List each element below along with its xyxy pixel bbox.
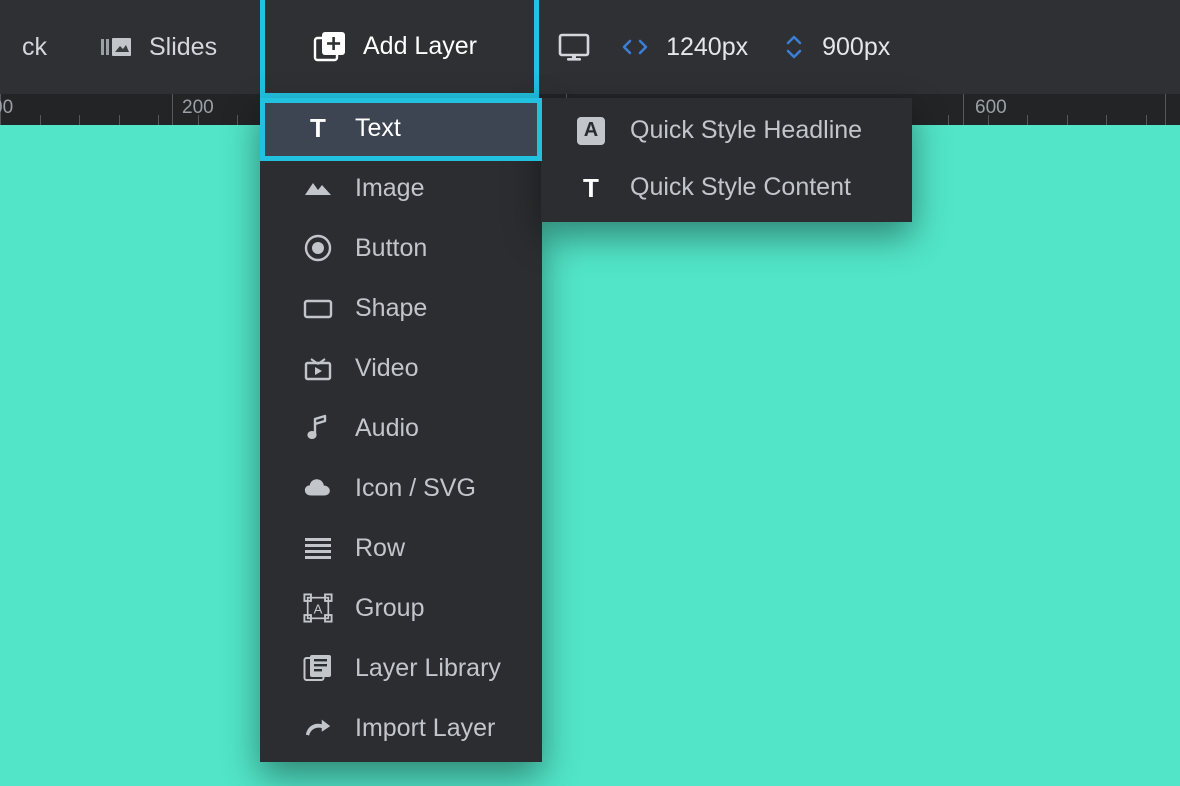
- ruler-minor-tick: [1067, 115, 1068, 125]
- ruler-label: 00: [0, 97, 14, 118]
- menu-item-label: Shape: [355, 293, 428, 322]
- add-layer-plus-icon: [313, 30, 347, 64]
- ruler-minor-tick: [119, 115, 120, 125]
- slides-filmstrip-icon: [101, 35, 133, 59]
- button-radio-icon: [303, 233, 333, 263]
- add-layer-menu[interactable]: T Text Image Button Shape Video Audio Ic…: [260, 98, 542, 762]
- menu-item-audio[interactable]: Audio: [260, 398, 542, 458]
- menu-item-row[interactable]: Row: [260, 518, 542, 578]
- menu-item-layer-library[interactable]: Layer Library: [260, 638, 542, 698]
- submenu-item-label: Quick Style Content: [630, 173, 851, 201]
- audio-note-icon: [303, 413, 333, 443]
- ruler-label: 600: [975, 97, 1007, 118]
- menu-item-label: Layer Library: [355, 653, 501, 682]
- horizontal-resize-icon: [620, 35, 650, 59]
- menu-item-label: Icon / SVG: [355, 473, 476, 502]
- add-layer-label: Add Layer: [363, 32, 477, 60]
- text-submenu[interactable]: A Quick Style Headline T Quick Style Con…: [541, 98, 912, 222]
- text-t-icon: T: [310, 113, 326, 143]
- import-arrow-icon: [303, 715, 333, 741]
- menu-item-video[interactable]: Video: [260, 338, 542, 398]
- menu-item-label: Text: [355, 113, 401, 142]
- menu-item-label: Import Layer: [355, 713, 496, 742]
- menu-item-group[interactable]: A Group: [260, 578, 542, 638]
- submenu-item-quick-style-content[interactable]: T Quick Style Content: [541, 159, 912, 216]
- ruler-minor-tick: [948, 115, 949, 125]
- menu-item-label: Video: [355, 353, 419, 382]
- svg-text:A: A: [314, 602, 323, 617]
- group-selection-icon: A: [303, 592, 333, 624]
- image-mountain-icon: [303, 175, 333, 201]
- menu-item-label: Audio: [355, 413, 419, 442]
- menu-item-label: Button: [355, 233, 428, 262]
- canvas-height-control[interactable]: 900px: [756, 0, 912, 94]
- back-button[interactable]: ck: [0, 0, 69, 94]
- ruler-major-tick: [963, 94, 964, 125]
- content-t-icon: T: [583, 172, 599, 203]
- ruler-minor-tick: [158, 115, 159, 125]
- ruler-minor-tick: [0, 115, 1, 125]
- shape-rectangle-icon: [303, 295, 333, 321]
- ruler-minor-tick: [1146, 115, 1147, 125]
- editor-screen: 00 200 600 ck Slides: [0, 0, 1180, 786]
- menu-item-label: Image: [355, 173, 425, 202]
- cloud-icon: [304, 479, 330, 496]
- submenu-item-quick-style-headline[interactable]: A Quick Style Headline: [541, 102, 912, 159]
- submenu-item-label: Quick Style Headline: [630, 116, 863, 144]
- menu-item-label: Row: [355, 533, 406, 562]
- ruler-minor-tick: [40, 115, 41, 125]
- add-layer-button[interactable]: Add Layer: [260, 0, 539, 98]
- menu-item-shape[interactable]: Shape: [260, 278, 542, 338]
- canvas-height-value: 900px: [822, 32, 891, 61]
- vertical-resize-icon: [782, 31, 806, 63]
- menu-item-image[interactable]: Image: [260, 158, 542, 218]
- menu-item-import-layer[interactable]: Import Layer: [260, 698, 542, 758]
- ruler-minor-tick: [1027, 115, 1028, 125]
- ruler-minor-tick: [79, 115, 80, 125]
- ruler-minor-tick: [1106, 115, 1107, 125]
- ruler-minor-tick: [988, 115, 989, 125]
- menu-item-icon-svg[interactable]: Icon / SVG: [260, 458, 542, 518]
- desktop-monitor-icon: [556, 31, 592, 63]
- ruler-minor-tick: [198, 115, 199, 125]
- layer-library-icon: [303, 653, 333, 683]
- ruler-major-tick: [1165, 94, 1166, 125]
- menu-item-label: Group: [355, 593, 425, 622]
- slide-canvas[interactable]: [0, 125, 1180, 786]
- row-lines-icon: [303, 535, 333, 561]
- video-player-icon: [303, 353, 333, 383]
- canvas-width-control[interactable]: 1240px: [602, 0, 756, 94]
- top-toolbar: ck Slides 1240px 900px: [0, 0, 1180, 94]
- ruler-minor-tick: [237, 115, 238, 125]
- ruler-major-tick: [172, 94, 173, 125]
- headline-a-icon: A: [576, 116, 606, 145]
- menu-item-text[interactable]: T Text: [260, 98, 542, 158]
- back-label: ck: [22, 32, 47, 61]
- menu-item-button[interactable]: Button: [260, 218, 542, 278]
- slides-label: Slides: [149, 32, 218, 61]
- canvas-width-value: 1240px: [666, 32, 749, 61]
- slides-button[interactable]: Slides: [69, 0, 239, 94]
